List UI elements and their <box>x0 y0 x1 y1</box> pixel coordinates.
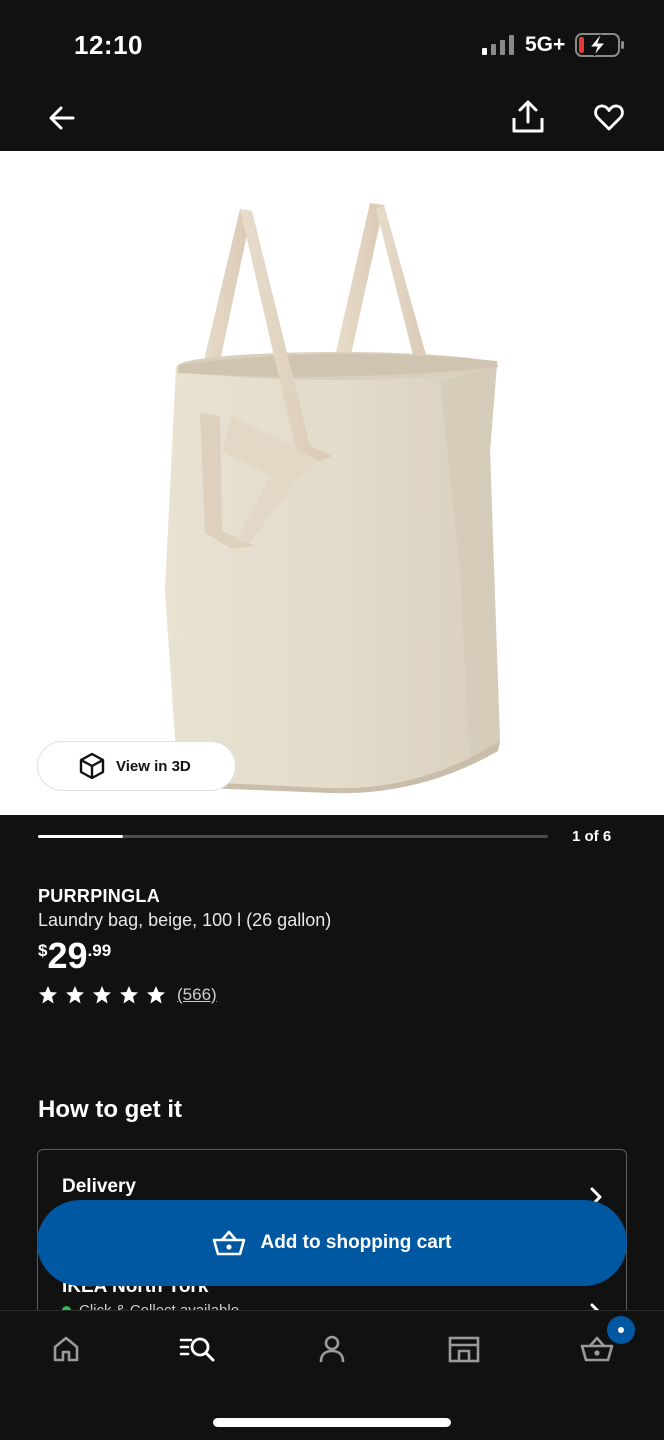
battery-charging-icon <box>575 33 624 57</box>
product-price: $ 29 .99 <box>38 937 111 975</box>
product-description: Laundry bag, beige, 100 l (26 gallon) <box>38 910 332 930</box>
add-to-cart-button[interactable]: Add to shopping cart <box>37 1200 627 1286</box>
review-count-link[interactable]: (566) <box>177 985 217 1005</box>
top-app-bar <box>0 86 664 151</box>
delivery-option[interactable]: Delivery <box>62 1176 136 1198</box>
product-image-gallery[interactable]: View in 3D <box>0 151 664 815</box>
star-icon <box>38 985 58 1005</box>
gallery-progress-bar <box>38 835 548 838</box>
view-in-3d-label: View in 3D <box>116 757 191 775</box>
nav-search[interactable] <box>178 1329 218 1369</box>
profile-icon <box>319 1335 345 1363</box>
cart-badge <box>607 1316 635 1344</box>
heart-icon <box>594 104 624 131</box>
nav-home[interactable] <box>46 1329 86 1369</box>
star-icon <box>146 985 166 1005</box>
product-rating[interactable]: (566) <box>38 985 217 1005</box>
how-to-get-it-heading: How to get it <box>38 1096 182 1123</box>
arrow-left-icon <box>49 106 75 130</box>
favorite-button[interactable] <box>586 94 632 140</box>
basket-icon <box>212 1229 246 1257</box>
add-to-cart-label: Add to shopping cart <box>260 1232 452 1253</box>
price-integer: 29 <box>47 935 88 976</box>
store-icon <box>448 1336 480 1363</box>
gallery-counter: 1 of 6 <box>572 828 612 845</box>
home-icon <box>53 1336 79 1362</box>
share-button[interactable] <box>505 94 551 140</box>
gallery-progress-fill <box>38 835 124 838</box>
price-decimal: .99 <box>87 941 112 960</box>
signal-strength-icon <box>482 35 514 55</box>
price-currency: $ <box>38 941 48 960</box>
home-indicator <box>213 1418 451 1427</box>
status-bar: 12:10 5G+ <box>0 0 664 86</box>
star-icon <box>65 985 85 1005</box>
status-time: 12:10 <box>74 30 143 60</box>
product-name: PURRPINGLA <box>38 886 161 906</box>
nav-profile[interactable] <box>312 1329 352 1369</box>
network-type: 5G+ <box>525 33 566 56</box>
laundry-bag-product-image <box>165 203 500 794</box>
nav-stores[interactable] <box>444 1329 484 1369</box>
star-icon <box>119 985 139 1005</box>
badge-dot-icon <box>618 1327 624 1333</box>
view-in-3d-button[interactable]: View in 3D <box>37 741 236 791</box>
star-icon <box>92 985 112 1005</box>
back-button[interactable] <box>40 96 84 140</box>
cube-3d-icon <box>78 752 106 780</box>
search-icon <box>179 1337 215 1362</box>
share-icon <box>512 100 544 133</box>
